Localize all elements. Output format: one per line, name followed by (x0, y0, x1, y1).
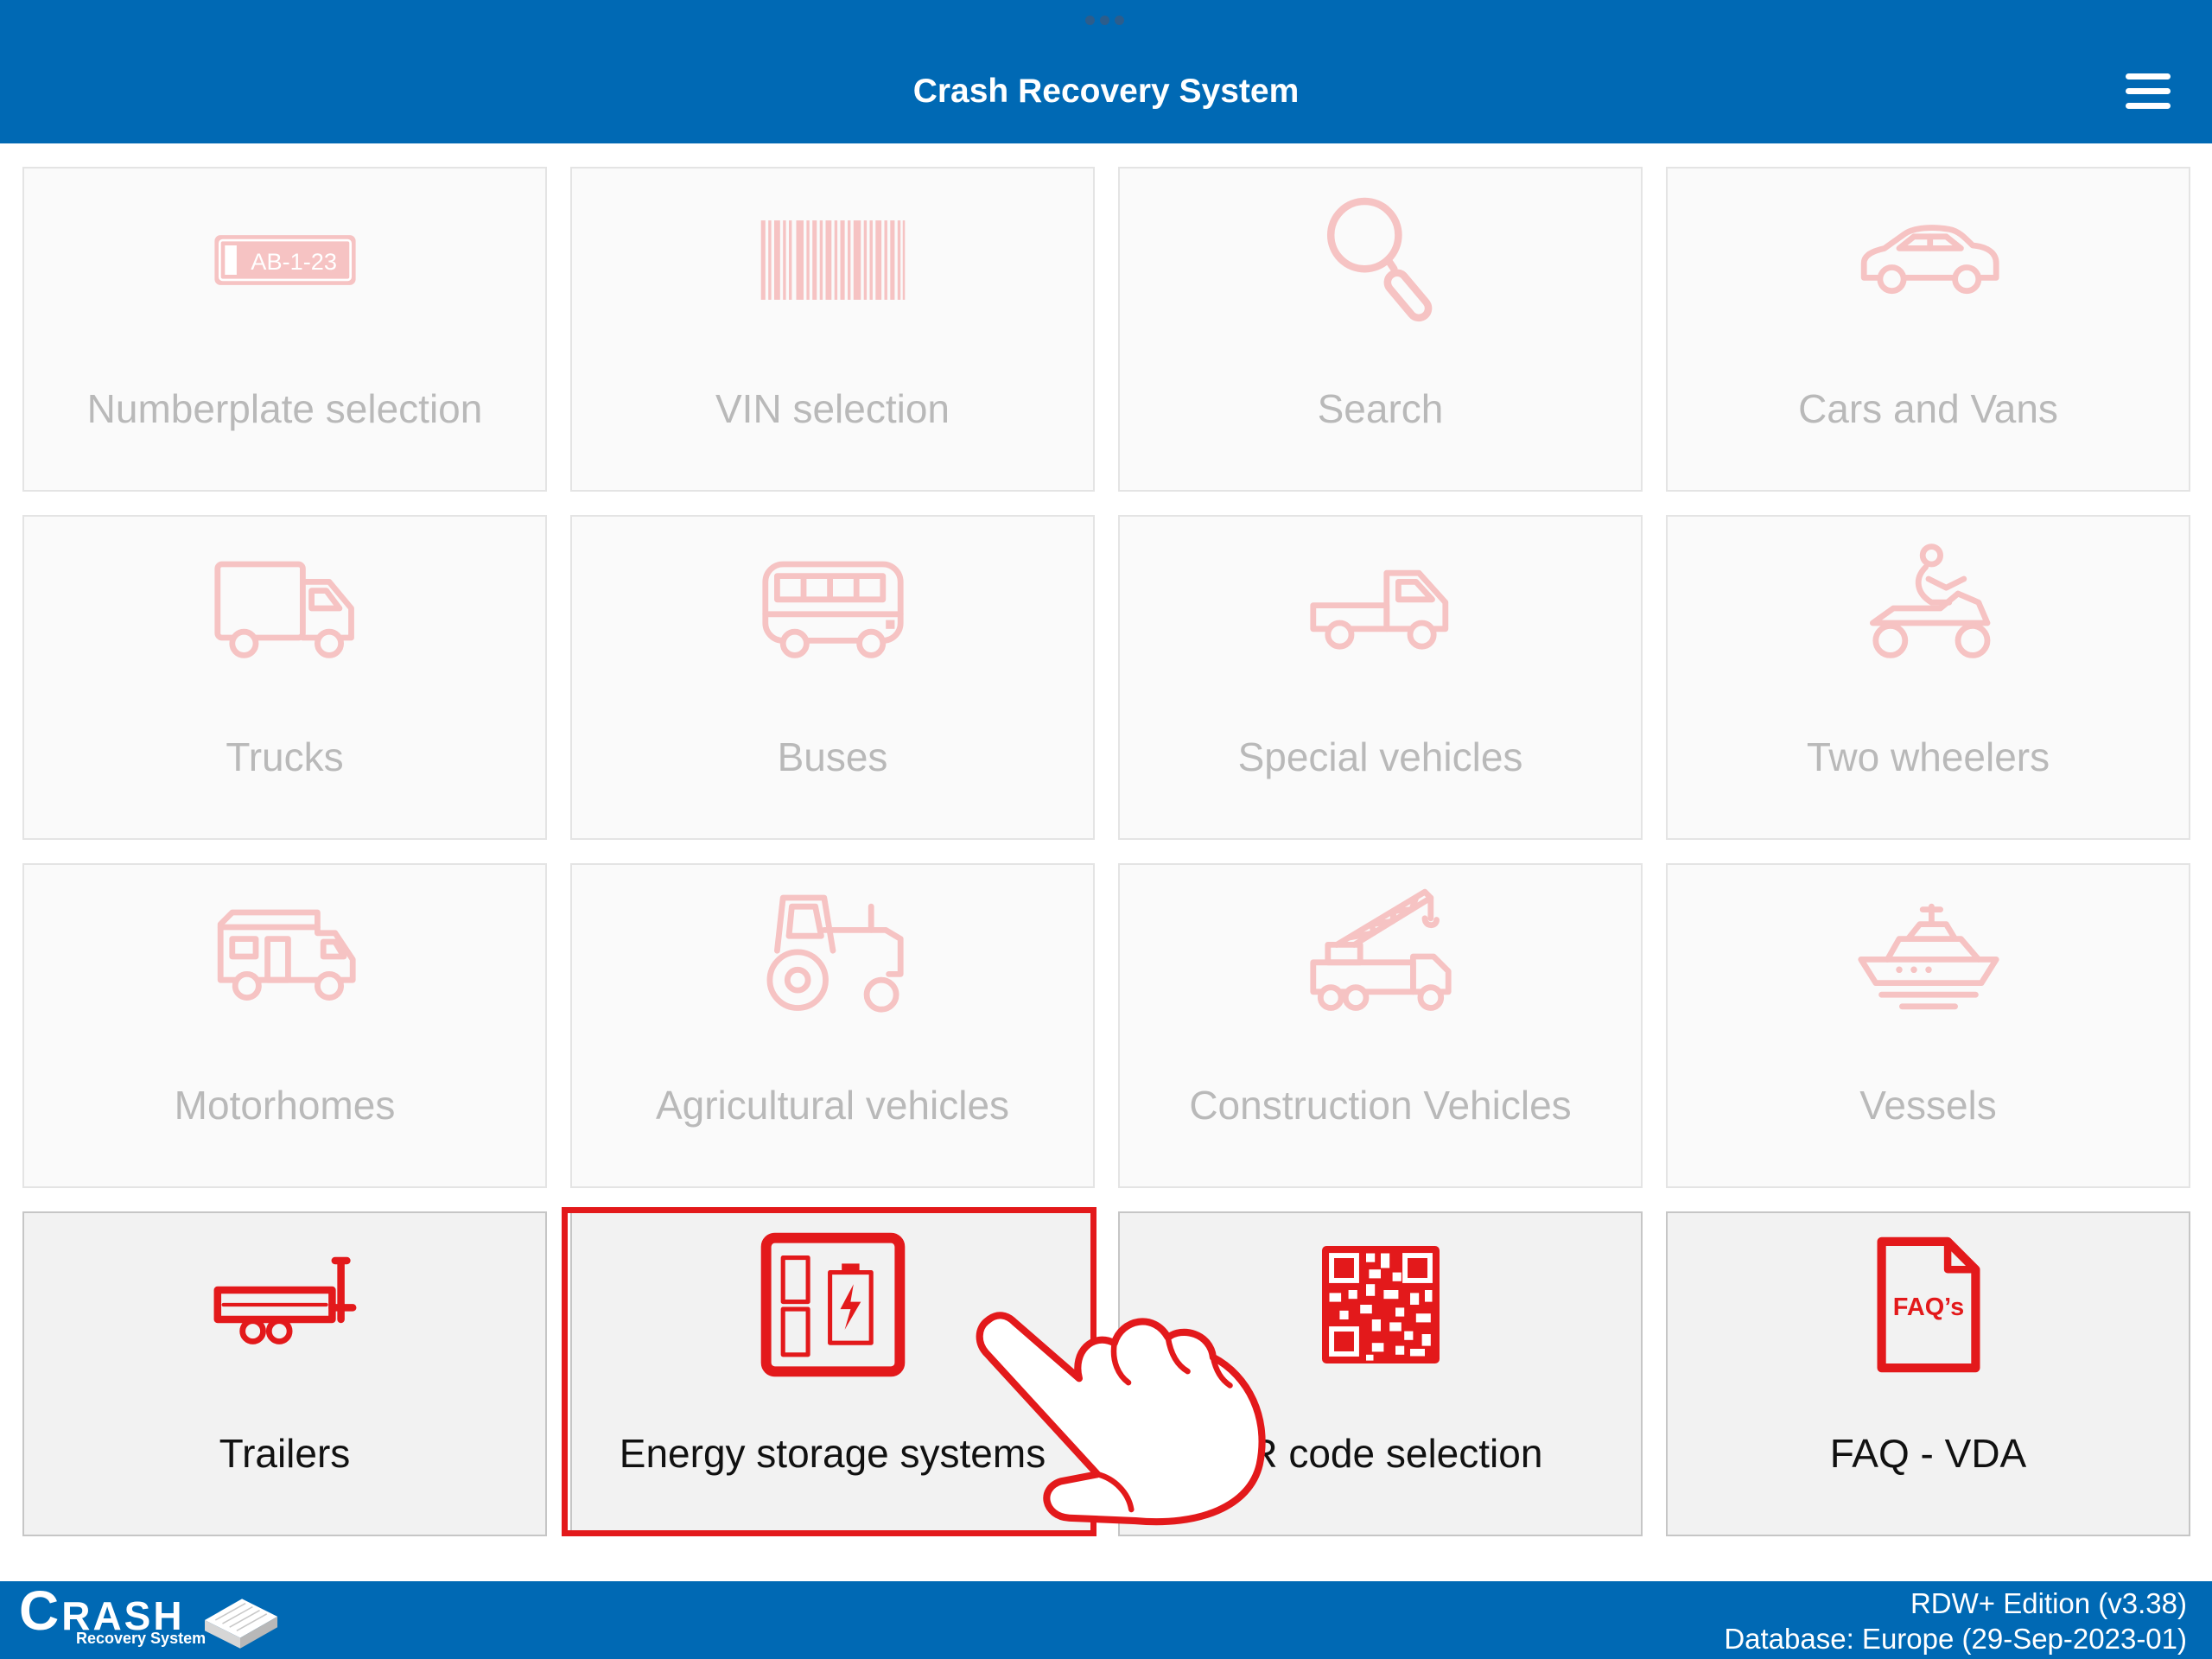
box-logo-icon (205, 1599, 278, 1649)
svg-text:FAQ’s: FAQ’s (1892, 1294, 1963, 1321)
tile-label: Construction Vehicles (1189, 1083, 1572, 1128)
tile-construction-vehicles[interactable]: Construction Vehicles (1118, 863, 1643, 1188)
numberplate-icon: AB-1-23 (213, 235, 356, 285)
app-header: Crash Recovery System (0, 0, 2212, 143)
database-text: Database: Europe (29-Sep-2023-01) (1724, 1623, 2187, 1655)
tractor-icon (766, 894, 904, 1013)
trailer-icon (213, 1256, 356, 1344)
tile-label: VIN selection (715, 386, 950, 431)
car-icon (1860, 225, 1999, 295)
tile-label: Trucks (226, 734, 344, 779)
tile-trucks[interactable]: Trucks (22, 515, 547, 840)
tile-label: Two wheelers (1806, 734, 2050, 779)
tile-trailers[interactable]: Trailers (22, 1211, 547, 1536)
quad-bike-icon (1869, 543, 1990, 658)
logo-subtitle: Recovery System (76, 1630, 207, 1647)
tile-label: Motorhomes (174, 1083, 396, 1128)
tile-label: Trailers (219, 1431, 351, 1476)
tile-cars-and-vans[interactable]: Cars and Vans (1666, 167, 2190, 492)
battery-storage-icon (760, 1232, 905, 1377)
category-grid: AB-1-23 Numberplate selection VIN select… (22, 167, 2190, 1536)
qr-code-icon (1321, 1246, 1440, 1363)
tile-label: Buses (777, 734, 888, 779)
tile-label: Cars and Vans (1798, 386, 2058, 431)
truck-icon (213, 561, 354, 658)
tile-two-wheelers[interactable]: Two wheelers (1666, 515, 2190, 840)
barcode-icon (760, 220, 905, 300)
edition-text: RDW+ Edition (v3.38) (1910, 1587, 2187, 1619)
tile-qr-code-selection[interactable]: QR code selection (1118, 1211, 1643, 1536)
faq-document-icon: FAQ’s (1877, 1236, 1980, 1373)
tile-label: Special vehicles (1237, 734, 1523, 779)
tile-label: Agricultural vehicles (655, 1083, 1010, 1128)
tile-faq-vda[interactable]: FAQ’s FAQ - VDA (1666, 1211, 2190, 1536)
multitask-handle-icon[interactable] (1085, 16, 1124, 25)
page-title: Crash Recovery System (912, 73, 1300, 110)
svg-text:AB-1-23: AB-1-23 (251, 248, 337, 275)
tile-energy-storage-systems[interactable]: Energy storage systems (570, 1211, 1095, 1536)
crane-truck-icon (1309, 888, 1452, 1011)
tile-label: QR code selection (1217, 1431, 1543, 1476)
tile-agricultural-vehicles[interactable]: Agricultural vehicles (570, 863, 1095, 1188)
tile-label: Numberplate selection (86, 386, 483, 431)
tile-search[interactable]: Search (1118, 167, 1643, 492)
tile-vin-selection[interactable]: VIN selection (570, 167, 1095, 492)
version-info: RDW+ Edition (v3.38) Database: Europe (2… (1724, 1586, 2187, 1656)
tile-motorhomes[interactable]: Motorhomes (22, 863, 547, 1188)
motorhome-icon (217, 909, 356, 1001)
tile-numberplate-selection[interactable]: AB-1-23 Numberplate selection (22, 167, 547, 492)
tile-label: Energy storage systems (619, 1431, 1046, 1476)
pickup-truck-icon (1309, 569, 1448, 650)
tile-special-vehicles[interactable]: Special vehicles (1118, 515, 1643, 840)
tile-label: Search (1317, 386, 1444, 431)
app-footer: CRASH Recovery System RDW+ Edition (v3.3… (0, 1581, 2212, 1659)
bus-icon (761, 561, 904, 658)
hamburger-menu-icon[interactable] (2126, 73, 2171, 109)
boat-icon (1857, 903, 1999, 1010)
tile-vessels[interactable]: Vessels (1666, 863, 2190, 1188)
tile-label: FAQ - VDA (1829, 1431, 2027, 1476)
tile-label: Vessels (1859, 1083, 1997, 1128)
search-icon (1326, 197, 1432, 322)
tile-buses[interactable]: Buses (570, 515, 1095, 840)
